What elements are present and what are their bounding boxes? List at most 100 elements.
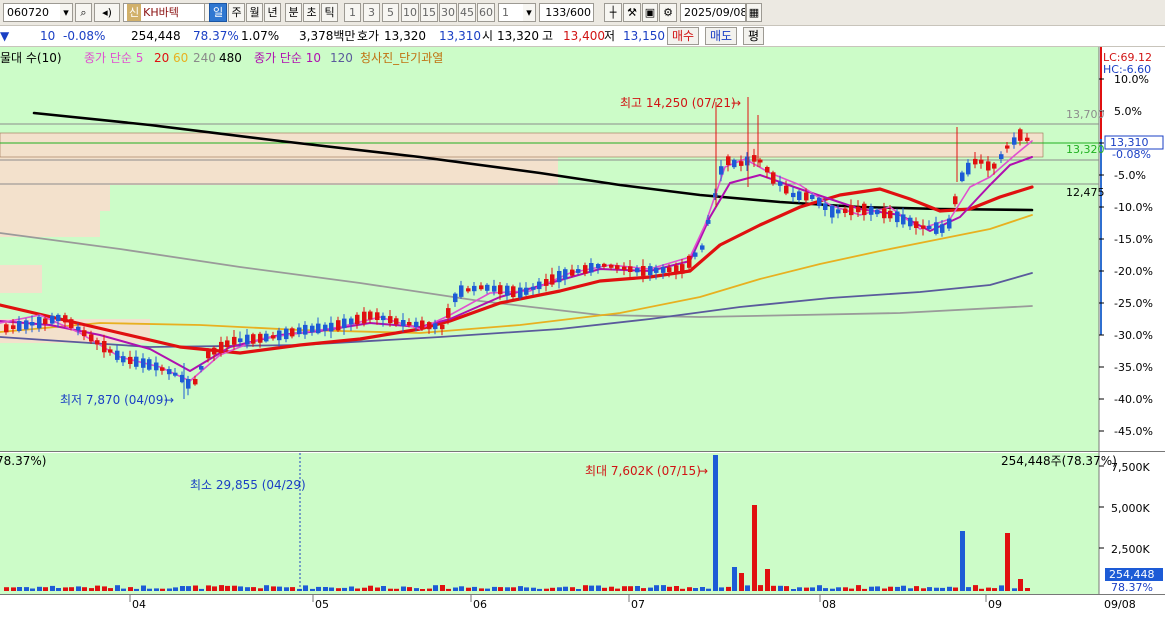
volume-bar (212, 586, 217, 591)
candle (329, 322, 334, 332)
volume-bar (654, 585, 659, 591)
interval-45[interactable]: 45 (458, 3, 476, 22)
candle (641, 266, 646, 276)
interval-30[interactable]: 30 (439, 3, 457, 22)
candle (986, 161, 991, 171)
volume-bar (11, 587, 16, 591)
candle (693, 252, 698, 257)
volume-bar (147, 588, 152, 591)
candle (635, 268, 640, 273)
max-volume-annotation: 최대 7,602K (07/15) (585, 464, 701, 478)
volume-bar (4, 587, 9, 591)
candle (466, 288, 471, 292)
interval-5[interactable]: 5 (382, 3, 399, 22)
interval-15[interactable]: 15 (420, 3, 438, 22)
interval-dropdown-button[interactable]: ▾ (523, 3, 536, 22)
volume-bar (628, 586, 633, 591)
volume-bar (719, 587, 724, 591)
volume-bar (323, 587, 328, 591)
max-volume-arrow-icon: → (698, 464, 708, 478)
candle (11, 325, 16, 329)
tab-period-minute[interactable]: 분 (285, 3, 302, 22)
interval-60[interactable]: 60 (477, 3, 495, 22)
tools-icon[interactable]: ⚒ (623, 3, 641, 22)
candle (290, 328, 295, 337)
tab-period-month[interactable]: 월 (246, 3, 263, 22)
gear-icon[interactable]: ⚙ (659, 3, 677, 22)
candle (849, 205, 854, 216)
price-chart[interactable]: 최고 14,250 (07/21) → 최저 7,870 (04/09) → 최… (0, 47, 1165, 617)
volume-bar (420, 589, 425, 591)
calendar-icon[interactable]: ▦ (746, 3, 762, 22)
tab-period-second[interactable]: 초 (303, 3, 320, 22)
volume-bar (843, 587, 848, 591)
interval-input-value: 1 (502, 6, 509, 19)
chart-type-icon[interactable]: ┼ (604, 3, 622, 22)
tab-period-year[interactable]: 년 (264, 3, 281, 22)
candle (108, 349, 113, 353)
volume-bar (258, 588, 263, 591)
legend-ma5-label: 종가 단순 5 (84, 51, 143, 65)
candle (765, 167, 770, 173)
legend-ma60: 60 (173, 51, 188, 65)
interval-1[interactable]: 1 (344, 3, 361, 22)
candle (778, 181, 783, 186)
code-dropdown-button[interactable]: ▾ (60, 3, 73, 22)
candle (128, 356, 133, 364)
volume-bar (882, 588, 887, 591)
volume-bar (329, 587, 334, 591)
interval-3[interactable]: 3 (363, 3, 380, 22)
legend-blueprint: 청사진_단기과열 (360, 51, 443, 65)
volume-bar (531, 587, 536, 591)
volume-profile-bar (0, 211, 100, 237)
volume-bar (245, 587, 250, 591)
candle (784, 185, 789, 194)
search-icon[interactable]: ⌕ (75, 3, 92, 22)
sell-button[interactable]: 매도 (705, 27, 738, 45)
volume-bar (342, 587, 347, 591)
candle (505, 285, 510, 296)
candle (882, 208, 887, 219)
time-label-09: 09 (988, 598, 1002, 611)
volume-bar (823, 588, 828, 591)
bid-label: 호가 (357, 29, 380, 43)
volume-bar (388, 588, 393, 591)
candle (271, 335, 276, 339)
save-icon[interactable]: ▣ (642, 3, 658, 22)
count-field[interactable]: 133/600 (539, 3, 594, 22)
candle (706, 220, 711, 224)
high-arrow-icon: → (731, 96, 741, 110)
candle (609, 264, 614, 268)
tab-period-week[interactable]: 주 (228, 3, 245, 22)
extra-button[interactable]: 평 (743, 27, 765, 45)
volume-bar (225, 585, 230, 591)
volume-bar (251, 587, 256, 591)
candle (167, 369, 172, 375)
candle (89, 334, 94, 342)
candle (121, 356, 126, 363)
candle (245, 334, 250, 345)
buy-button[interactable]: 매수 (667, 27, 700, 45)
stock-name: KH바텍 (143, 6, 179, 19)
tab-period-tick[interactable]: 틱 (321, 3, 338, 22)
candle (511, 286, 516, 298)
volume-profile-bar (0, 265, 42, 293)
stock-name-field[interactable]: 신 KH바텍 (123, 3, 205, 22)
volume-bar (433, 585, 438, 591)
candle (570, 269, 575, 276)
interval-10[interactable]: 10 (401, 3, 419, 22)
tab-period-day[interactable]: 일 (209, 3, 227, 22)
candle (661, 267, 666, 273)
speaker-icon[interactable]: ◂) (94, 3, 120, 22)
volume-bar (206, 585, 211, 591)
candle (342, 318, 347, 329)
candle (206, 351, 211, 359)
volume-bar (765, 569, 770, 591)
volume-bar (453, 587, 458, 591)
legend-ma480: 480 (219, 51, 242, 65)
date-field[interactable]: 2025/09/08 (680, 3, 746, 22)
current-pct-label: -0.08% (1112, 148, 1151, 161)
volume-bar (128, 587, 133, 591)
candle (37, 316, 42, 329)
volume-bar (56, 588, 61, 591)
